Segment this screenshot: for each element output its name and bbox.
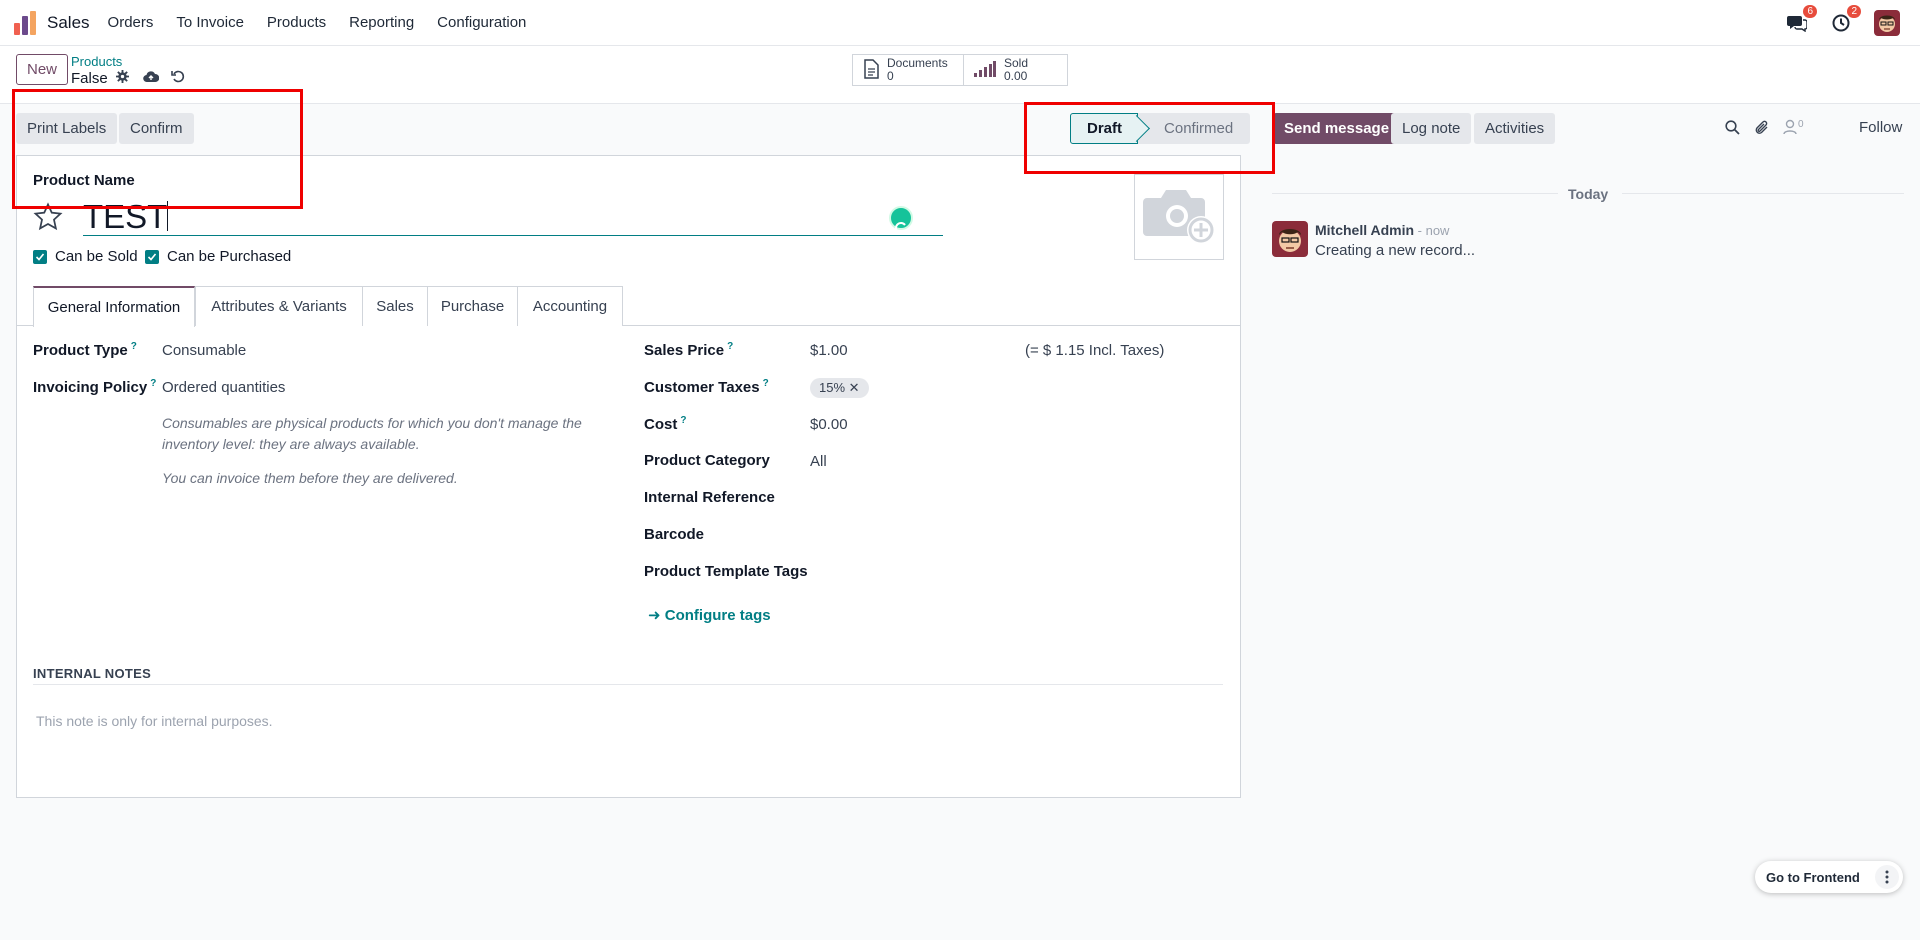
product-image-upload[interactable] [1134, 174, 1224, 260]
followers-count: 0 [1798, 119, 1804, 130]
documents-label: Documents [887, 56, 948, 70]
sales-app-icon[interactable] [14, 10, 38, 35]
template-tags-label: Product Template Tags [644, 563, 808, 580]
product-category-value[interactable]: All [810, 453, 827, 470]
product-type-label: Product Type? [33, 341, 137, 359]
camera-add-icon [1143, 184, 1215, 250]
new-button[interactable]: New [16, 54, 69, 85]
menu-orders[interactable]: Orders [108, 14, 154, 31]
product-category-label: Product Category [644, 452, 770, 469]
tab-attributes-variants[interactable]: Attributes & Variants [195, 286, 363, 326]
author-avatar[interactable] [1272, 221, 1308, 257]
discard-undo-icon[interactable] [170, 69, 185, 87]
sales-price-label: Sales Price? [644, 341, 734, 359]
can-be-purchased-label: Can be Purchased [167, 248, 292, 265]
internal-notes-title: INTERNAL NOTES [33, 666, 152, 681]
consumable-hint: Consumables are physical products for wh… [162, 415, 582, 452]
menu-configuration[interactable]: Configuration [437, 14, 526, 31]
invoicing-policy-value[interactable]: Ordered quantities [162, 379, 285, 396]
can-be-purchased-checkbox[interactable]: Can be Purchased [145, 248, 291, 265]
invoicing-policy-label: Invoicing Policy? [33, 378, 157, 396]
record-name: False [71, 69, 108, 87]
activities-badge: 2 [1847, 5, 1861, 18]
can-be-sold-checkbox[interactable]: Can be Sold [33, 248, 138, 265]
divider [1272, 193, 1558, 194]
help-icon[interactable]: ? [131, 341, 137, 352]
activities-clock-icon[interactable]: 2 [1830, 5, 1861, 34]
breadcrumb-current: False [71, 69, 185, 87]
save-cloud-icon[interactable] [142, 70, 159, 87]
checkbox-checked-icon [145, 249, 159, 264]
menu-reporting[interactable]: Reporting [349, 14, 414, 31]
documents-smart-button[interactable]: Documents 0 [852, 54, 964, 86]
chatter-topbar: Send message Log note Activities 0 Follo… [1270, 110, 1920, 150]
document-icon [863, 58, 879, 82]
form-sheet: Product Name TEST Can be Sold Can be Pur… [16, 155, 1241, 798]
highlight-box-header-buttons [12, 89, 303, 209]
tax-tag[interactable]: 15% ✕ [810, 378, 869, 398]
product-type-value[interactable]: Consumable [162, 342, 246, 359]
menu-products[interactable]: Products [267, 14, 326, 31]
documents-count: 0 [887, 69, 894, 83]
paperclip-icon[interactable] [1754, 119, 1770, 140]
highlight-box-statusbar [1024, 102, 1275, 174]
chatter-message: Mitchell Admin - now Creating a new reco… [1272, 221, 1872, 261]
remove-tag-icon[interactable]: ✕ [849, 380, 860, 395]
search-icon[interactable] [1725, 120, 1740, 139]
menu-to-invoice[interactable]: To Invoice [176, 14, 244, 31]
help-icon[interactable]: ? [680, 415, 686, 426]
invoice-hint: You can invoice them before they are del… [162, 470, 458, 486]
arrow-right-icon: ➜ [648, 607, 661, 624]
divider [1622, 193, 1904, 194]
date-separator-label: Today [1568, 186, 1609, 202]
go-to-frontend-pill: Go to Frontend [1755, 861, 1903, 893]
internal-reference-label: Internal Reference [644, 489, 775, 506]
signal-bars-icon [974, 60, 996, 80]
messages-icon[interactable]: 6 [1786, 5, 1817, 34]
can-be-sold-label: Can be Sold [55, 248, 138, 265]
more-options-icon[interactable] [1875, 865, 1899, 889]
cost-value[interactable]: $0.00 [810, 416, 848, 433]
grammarly-icon[interactable] [889, 206, 913, 234]
help-icon[interactable]: ? [727, 341, 733, 352]
checkbox-checked-icon [33, 249, 47, 264]
followers-icon[interactable]: 0 [1783, 119, 1804, 135]
messages-badge: 6 [1803, 5, 1817, 18]
send-message-button[interactable]: Send message [1273, 113, 1401, 144]
sold-smart-button[interactable]: Sold 0.00 [963, 54, 1068, 86]
go-to-frontend-button[interactable]: Go to Frontend [1766, 870, 1860, 885]
message-author: Mitchell Admin - now [1315, 222, 1450, 238]
cost-label: Cost? [644, 415, 687, 433]
sales-price-value[interactable]: $1.00 [810, 342, 848, 359]
message-body: Creating a new record... [1315, 242, 1476, 259]
date-separator: Today [1272, 186, 1904, 202]
barcode-label: Barcode [644, 526, 705, 543]
gear-icon[interactable] [115, 69, 129, 87]
top-navbar: Sales Orders To Invoice Products Reporti… [0, 0, 1920, 46]
customer-taxes-label: Customer Taxes? [644, 378, 769, 396]
follow-button[interactable]: Follow [1859, 119, 1902, 136]
message-time: - now [1414, 223, 1450, 238]
log-note-button[interactable]: Log note [1391, 113, 1472, 144]
app-name[interactable]: Sales [47, 13, 90, 33]
price-incl-taxes: (= $ 1.15 Incl. Taxes) [1025, 342, 1165, 359]
breadcrumb-products[interactable]: Products [71, 54, 122, 69]
user-avatar[interactable] [1874, 10, 1900, 36]
help-icon[interactable]: ? [150, 378, 156, 389]
notebook-tabs: General Information Attributes & Variant… [17, 286, 1240, 327]
internal-notes-field[interactable]: This note is only for internal purposes. [36, 713, 273, 729]
tab-general-information[interactable]: General Information [33, 286, 195, 327]
help-icon[interactable]: ? [763, 378, 769, 389]
activities-button[interactable]: Activities [1474, 113, 1556, 144]
tab-sales[interactable]: Sales [362, 286, 428, 326]
divider [33, 684, 1223, 685]
sold-value: 0.00 [1004, 69, 1028, 83]
tab-purchase[interactable]: Purchase [427, 286, 518, 326]
tab-accounting[interactable]: Accounting [517, 286, 623, 326]
configure-tags-link[interactable]: ➜ Configure tags [648, 606, 771, 624]
